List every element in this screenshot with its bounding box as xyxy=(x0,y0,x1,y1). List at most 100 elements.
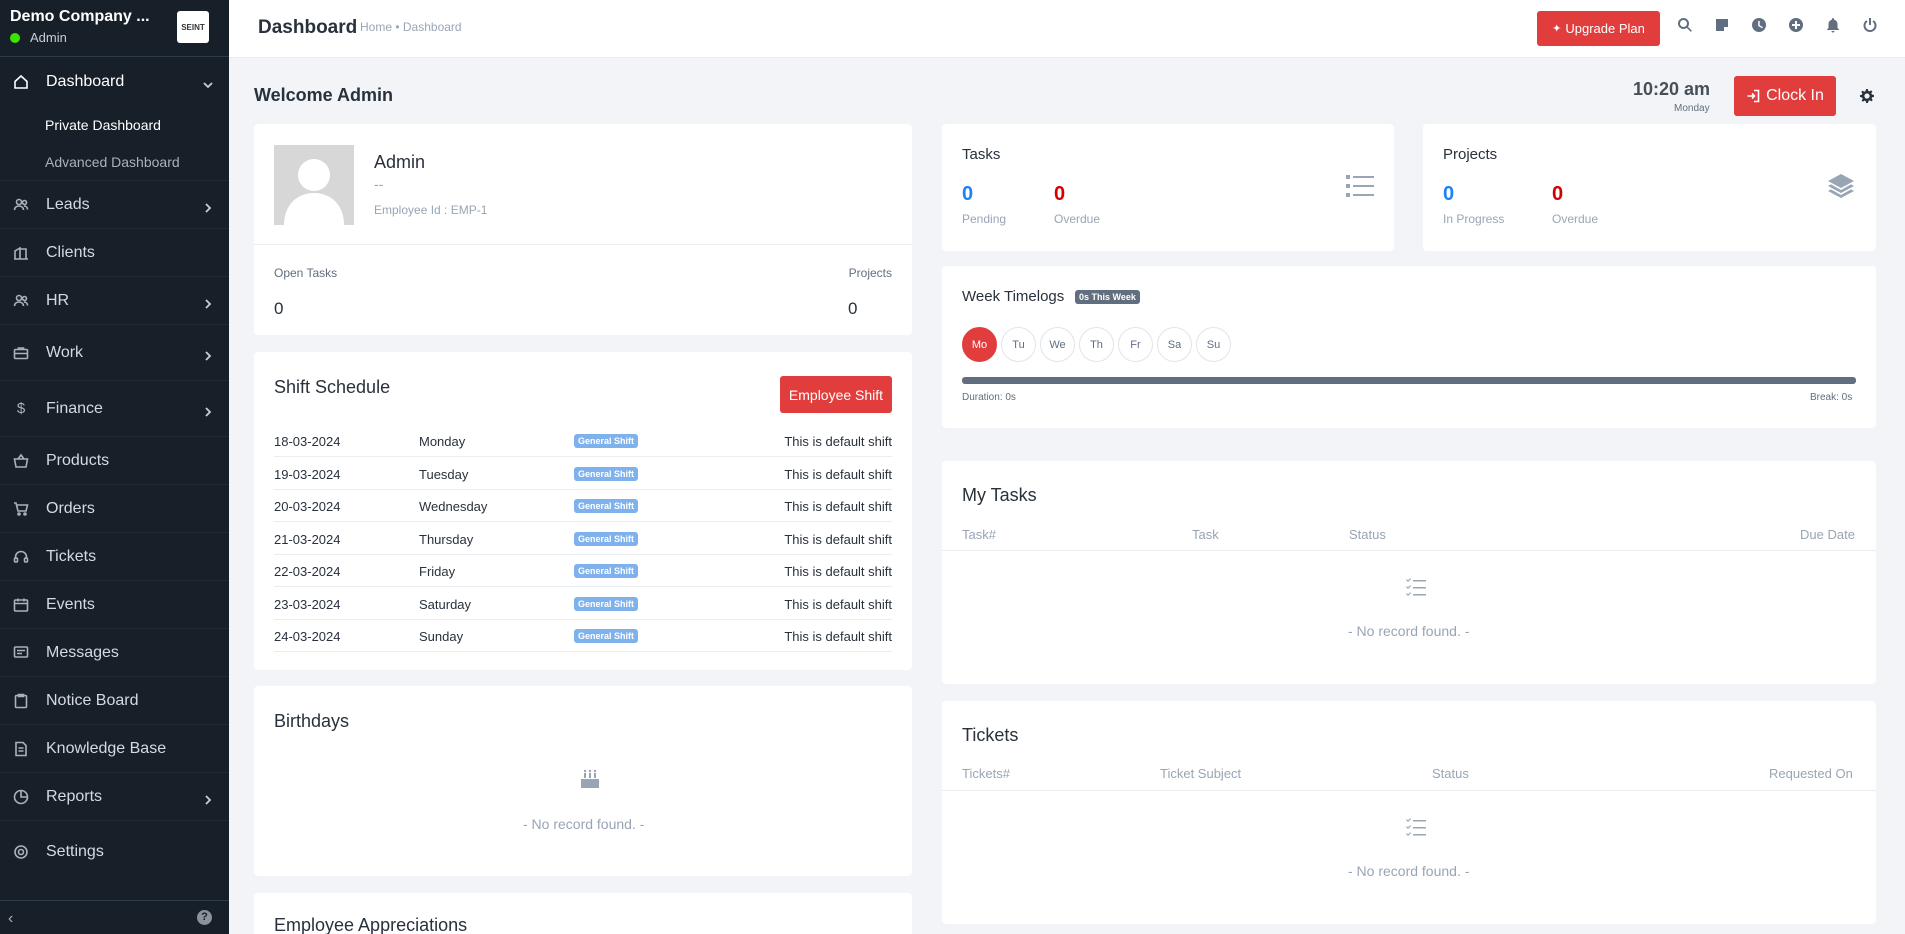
sidebar-item-knowledge-base[interactable]: Knowledge Base xyxy=(0,725,229,773)
basket-icon xyxy=(12,452,30,470)
overdue-label: Overdue xyxy=(1054,212,1101,226)
people-icon xyxy=(12,292,30,310)
settings-icon xyxy=(12,843,30,861)
table-header-task-number[interactable]: Task# xyxy=(962,527,996,542)
shift-badge: General Shift xyxy=(574,597,639,611)
clipboard-icon xyxy=(12,692,30,710)
profile-name[interactable]: Admin xyxy=(374,152,425,173)
my-tasks-title: My Tasks xyxy=(962,485,1037,505)
table-row: 23-03-2024 Saturday General Shift This i… xyxy=(274,587,892,620)
breadcrumb[interactable]: Home • Dashboard xyxy=(360,20,462,34)
sidebar-header[interactable]: Demo Company ... Admin SEINT xyxy=(0,0,229,57)
sidebar-item-finance[interactable]: $ Finance xyxy=(0,381,229,437)
sidebar-item-leads[interactable]: Leads xyxy=(0,181,229,229)
sidebar-item-work[interactable]: Work xyxy=(0,325,229,381)
employee-shift-button[interactable]: Employee Shift xyxy=(780,376,892,413)
table-header-ticket-subject[interactable]: Ticket Subject xyxy=(1160,766,1241,781)
tasks-title: Tasks xyxy=(962,146,1001,163)
avatar[interactable] xyxy=(274,145,354,225)
chevron-right-icon xyxy=(203,404,213,417)
sticky-note-icon[interactable] xyxy=(1713,16,1731,34)
sidebar-item-dashboard[interactable]: Dashboard xyxy=(0,58,229,106)
headset-icon xyxy=(12,548,30,566)
table-header-status[interactable]: Status xyxy=(1432,766,1469,781)
document-icon xyxy=(12,740,30,758)
sidebar-item-reports[interactable]: Reports xyxy=(0,773,229,821)
sidebar-item-notice-board[interactable]: Notice Board xyxy=(0,677,229,725)
table-header-ticket-number[interactable]: Tickets# xyxy=(962,766,1010,781)
chevron-right-icon xyxy=(203,296,213,309)
bell-icon[interactable] xyxy=(1824,16,1842,34)
day-th[interactable]: Th xyxy=(1079,327,1114,362)
sidebar-subitem-private-dashboard[interactable]: Private Dashboard xyxy=(0,106,229,143)
search-icon[interactable] xyxy=(1676,16,1694,34)
building-icon xyxy=(12,244,30,262)
day-su[interactable]: Su xyxy=(1196,327,1231,362)
my-tasks-empty-message: - No record found. - xyxy=(1348,623,1470,639)
upgrade-plan-button[interactable]: ✦ Upgrade Plan xyxy=(1537,11,1660,46)
sidebar-item-tickets[interactable]: Tickets xyxy=(0,533,229,581)
sidebar-item-products[interactable]: Products xyxy=(0,437,229,485)
profile-card: Admin -- Employee Id : EMP-1 Open Tasks … xyxy=(254,124,912,335)
user-placeholder-icon xyxy=(284,159,344,225)
table-row: 18-03-2024 Monday General Shift This is … xyxy=(274,424,892,457)
birthdays-card: Birthdays - No record found. - xyxy=(254,686,912,876)
shift-schedule-card: Shift Schedule Employee Shift 18-03-2024… xyxy=(254,352,912,670)
power-icon[interactable] xyxy=(1861,16,1879,34)
gear-icon[interactable] xyxy=(1860,89,1874,103)
divider xyxy=(254,244,912,245)
sidebar-subitem-advanced-dashboard[interactable]: Advanced Dashboard xyxy=(0,143,229,181)
shift-badge: General Shift xyxy=(574,532,639,546)
help-icon[interactable]: ? xyxy=(197,910,212,925)
page-title: Dashboard xyxy=(258,17,358,38)
in-progress-projects-value[interactable]: 0 xyxy=(1443,183,1454,206)
day-tu[interactable]: Tu xyxy=(1001,327,1036,362)
day-sa[interactable]: Sa xyxy=(1157,327,1192,362)
table-header-status[interactable]: Status xyxy=(1349,527,1386,542)
pending-tasks-value[interactable]: 0 xyxy=(962,183,973,206)
in-progress-label: In Progress xyxy=(1443,212,1505,226)
my-tasks-card: My Tasks xyxy=(942,461,1876,684)
overdue-tasks-value[interactable]: 0 xyxy=(1054,183,1065,206)
overdue-projects-value[interactable]: 0 xyxy=(1552,183,1563,206)
sidebar-item-messages[interactable]: Messages xyxy=(0,629,229,677)
projects-label: Projects xyxy=(848,266,892,280)
shift-badge: General Shift xyxy=(574,564,639,578)
projects-value[interactable]: 0 xyxy=(848,299,857,319)
table-row: 24-03-2024 Sunday General Shift This is … xyxy=(274,619,892,652)
employee-appreciations-title: Employee Appreciations xyxy=(274,915,468,934)
sidebar-item-clients[interactable]: Clients xyxy=(0,229,229,277)
overdue-label: Overdue xyxy=(1552,212,1599,226)
sidebar-item-hr[interactable]: HR xyxy=(0,277,229,325)
sidebar-footer: ‹ ? xyxy=(0,900,229,934)
table-row: 21-03-2024 Thursday General Shift This i… xyxy=(274,522,892,555)
birthdays-title: Birthdays xyxy=(274,711,350,731)
chevron-down-icon xyxy=(203,77,213,89)
day-mo[interactable]: Mo xyxy=(962,327,997,362)
divider xyxy=(942,550,1876,551)
pie-chart-icon xyxy=(12,788,30,806)
day-fr[interactable]: Fr xyxy=(1118,327,1153,362)
birthdays-empty-message: - No record found. - xyxy=(523,816,645,832)
current-day: Monday xyxy=(1674,103,1710,114)
timelogs-title: Week Timelogs xyxy=(962,288,1065,305)
sidebar-item-settings[interactable]: Settings xyxy=(0,821,229,883)
table-header-task[interactable]: Task xyxy=(1192,527,1219,542)
day-we[interactable]: We xyxy=(1040,327,1075,362)
plus-circle-icon[interactable] xyxy=(1787,16,1805,34)
tickets-title: Tickets xyxy=(962,725,1019,745)
table-header-due-date[interactable]: Due Date xyxy=(1800,527,1855,542)
briefcase-icon xyxy=(12,344,30,362)
clock-in-button[interactable]: Clock In xyxy=(1734,76,1836,116)
company-logo[interactable]: SEINT xyxy=(177,11,209,43)
table-header-requested-on[interactable]: Requested On xyxy=(1769,766,1853,781)
calendar-icon xyxy=(12,596,30,614)
collapse-sidebar-icon[interactable]: ‹ xyxy=(8,910,13,928)
open-tasks-value[interactable]: 0 xyxy=(274,299,283,319)
chevron-right-icon xyxy=(203,200,213,213)
cart-icon xyxy=(12,500,30,518)
sidebar-item-events[interactable]: Events xyxy=(0,581,229,629)
sidebar-item-orders[interactable]: Orders xyxy=(0,485,229,533)
shift-badge: General Shift xyxy=(574,629,639,643)
clock-icon[interactable] xyxy=(1750,16,1768,34)
